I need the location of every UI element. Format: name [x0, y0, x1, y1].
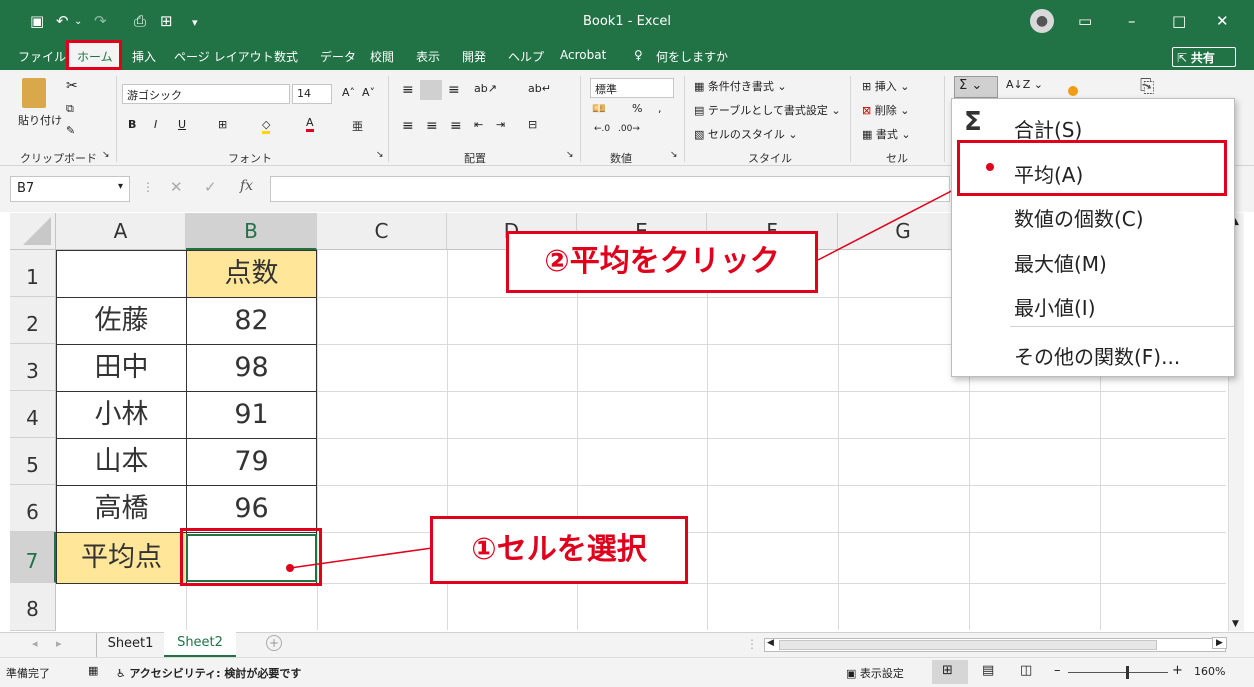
zoom-in-icon[interactable]: +	[1172, 663, 1183, 678]
sheet-tab-sheet2[interactable]: Sheet2	[164, 632, 236, 657]
scroll-left-icon[interactable]: ◀	[767, 638, 774, 648]
connector-step1	[289, 547, 433, 569]
display-settings-button[interactable]: ▣ 表示設定	[846, 665, 904, 681]
horizontal-scroll-thumb[interactable]	[779, 640, 1157, 650]
menu-divider	[1010, 326, 1234, 327]
accessibility-status[interactable]: ♿ アクセシビリティ: 検討が必要です	[116, 665, 301, 681]
menu-item-sum[interactable]: 合計(S)	[1014, 114, 1082, 143]
sigma-menu-icon: Σ	[964, 107, 982, 137]
status-ready: 準備完了	[6, 667, 50, 680]
connector-dot-step2	[986, 163, 994, 171]
prev-sheet-icon[interactable]: ◂	[32, 637, 38, 650]
display-settings-icon: ▣	[846, 667, 860, 680]
sheet-tab-sheet1[interactable]: Sheet1	[96, 633, 164, 657]
menu-item-min[interactable]: 最小値(I)	[1014, 292, 1096, 321]
normal-view-icon[interactable]: ⊞	[942, 663, 953, 678]
macro-record-icon[interactable]: ▦	[88, 664, 98, 677]
callout-step2: ②平均をクリック	[506, 231, 818, 293]
page-break-view-icon[interactable]: ◫	[1020, 663, 1032, 678]
sheet-tab-bar: ◂ ▸ Sheet1 Sheet2 + ⋮ ◀ ▶	[0, 632, 1254, 657]
menu-item-max[interactable]: 最大値(M)	[1014, 248, 1107, 277]
page-layout-view-icon[interactable]: ▤	[982, 663, 994, 678]
callout-step1: ①セルを選択	[430, 516, 688, 584]
zoom-out-icon[interactable]: –	[1054, 663, 1061, 678]
zoom-slider[interactable]	[1068, 672, 1168, 673]
average-highlight	[957, 140, 1227, 196]
zoom-slider-thumb[interactable]	[1126, 666, 1129, 679]
zoom-level[interactable]: 160%	[1194, 665, 1225, 678]
accessibility-icon: ♿	[116, 667, 130, 680]
add-sheet-icon[interactable]: +	[266, 635, 282, 651]
menu-item-more-functions[interactable]: その他の関数(F)...	[1014, 341, 1180, 370]
split-handle-icon[interactable]: ⋮	[746, 637, 758, 651]
horizontal-scrollbar[interactable]: ◀	[764, 638, 1226, 652]
menu-item-count[interactable]: 数値の個数(C)	[1014, 203, 1144, 232]
connector-dot-step1	[286, 564, 294, 572]
next-sheet-icon[interactable]: ▸	[56, 637, 62, 650]
status-bar: 準備完了 ▦ ♿ アクセシビリティ: 検討が必要です ▣ 表示設定 ⊞ ▤ ◫ …	[0, 657, 1254, 687]
scroll-right-icon[interactable]: ▶	[1212, 637, 1227, 649]
